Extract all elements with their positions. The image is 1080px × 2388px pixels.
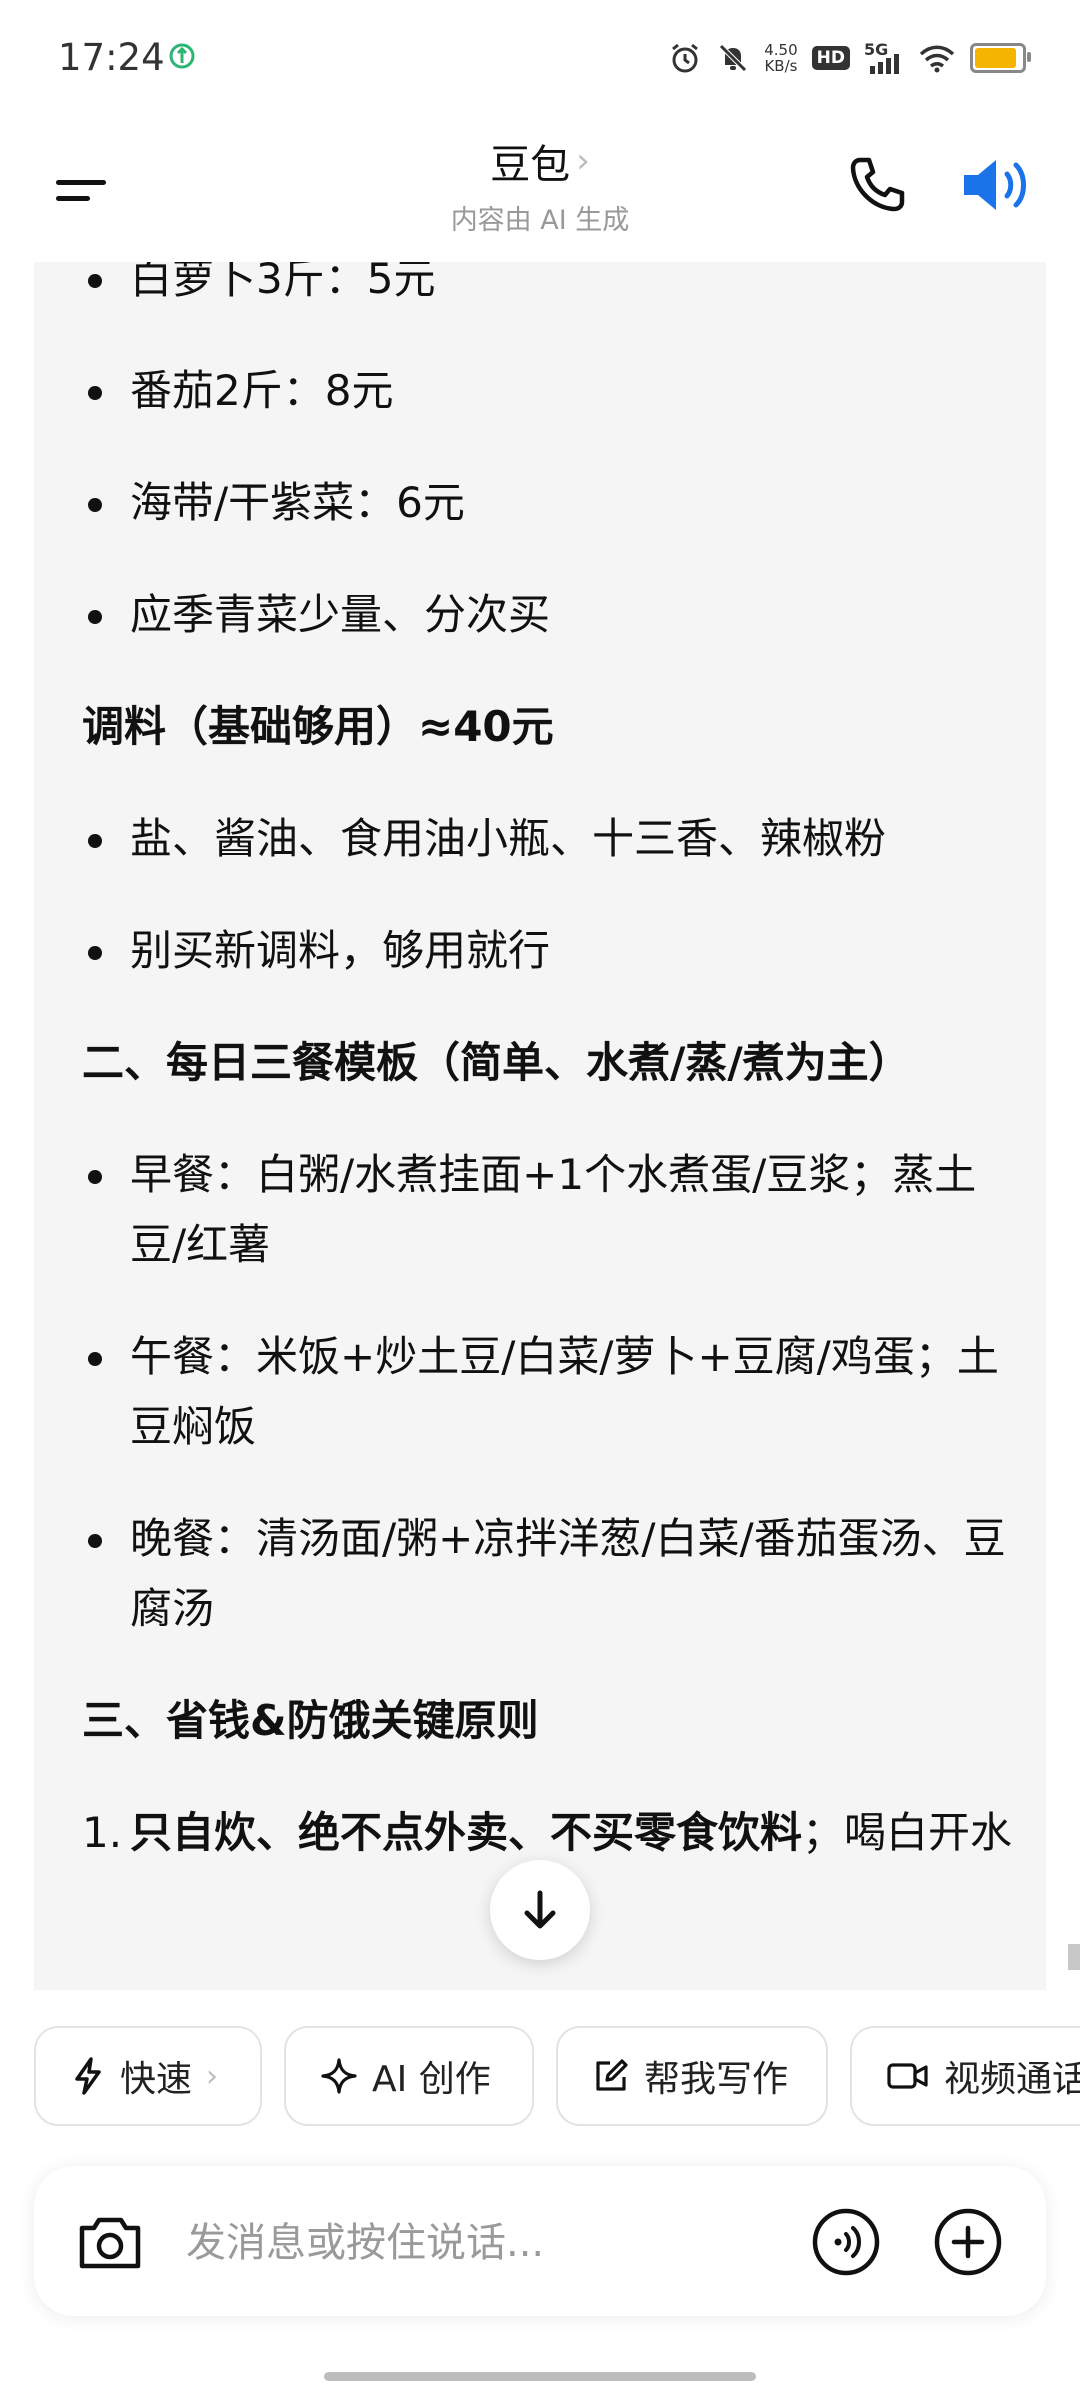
quick-action-write[interactable]: 帮我写作 <box>556 2026 828 2126</box>
bullet-item: 白萝卜3斤：5元 <box>82 262 1022 314</box>
camera-icon[interactable] <box>74 2206 146 2278</box>
lightning-icon <box>75 2057 101 2095</box>
section-heading: 三、省钱&防饿关键原则 <box>82 1696 539 1745</box>
message-input-bar <box>34 2166 1046 2316</box>
status-bar: 17:24 4.50 KB/s HD 5G <box>0 0 1080 120</box>
signal-bars-icon <box>870 54 899 74</box>
video-icon <box>887 2063 928 2089</box>
quick-action-label: 帮我写作 <box>644 2059 789 2100</box>
ai-message-card: 白萝卜3斤：5元番茄2斤：8元 海带/干紫菜：6元 应季青菜少量、分次买调料（基础够… <box>34 262 1046 1990</box>
message-input[interactable] <box>184 2204 788 2282</box>
numbered-item: 1. 只自炊、绝不点外卖、不买零食饮料；喝白开水 <box>82 1798 1022 1868</box>
bullet-item: 番茄2斤：8元 <box>82 356 1022 426</box>
bullet-item: 别买新调料，够用就行 <box>82 916 1022 986</box>
phone-icon[interactable] <box>842 150 912 220</box>
quick-action-label: AI 创作 <box>372 2059 491 2100</box>
sparkle-icon <box>321 2058 357 2094</box>
cell-signal: 5G <box>864 40 904 76</box>
bullet-item: 盐、酱油、食用油小瓶、十三香、辣椒粉 <box>82 804 1022 874</box>
network-speed: 4.50 KB/s <box>764 42 797 74</box>
alarm-icon <box>672 43 699 73</box>
bullet-item: 早餐：白粥/水煮挂面+1个水煮蛋/豆浆；蒸土豆/红薯 <box>82 1140 1022 1280</box>
quick-action-label: 快速 <box>120 2059 193 2100</box>
menu-icon[interactable] <box>48 160 118 220</box>
bullet-item: 午餐：米饭+炒土豆/白菜/萝卜+豆腐/鸡蛋；土豆焖饭 <box>82 1322 1022 1462</box>
voice-wave-icon[interactable] <box>810 2206 882 2278</box>
quick-action-ai-create[interactable]: AI 创作 <box>284 2026 534 2126</box>
chat-header: 豆包 › 内容由 AI 生成 <box>0 120 1080 260</box>
home-indicator[interactable] <box>324 2372 756 2381</box>
chevron-right-icon: › <box>576 141 590 181</box>
scrollbar-thumb[interactable] <box>1068 1944 1080 1970</box>
quick-actions-bar: 快速 › AI 创作 帮我写作 视频通话 <box>34 2026 1080 2130</box>
speed-value: 4.50 <box>764 41 798 59</box>
mute-bell-icon <box>719 44 748 72</box>
speed-unit: KB/s <box>764 57 798 75</box>
item-rest-text: ；喝白开水 <box>802 1808 1013 1857</box>
status-time: 17:24 <box>58 36 165 79</box>
section-heading: 调料（基础够用）≈40元 <box>82 702 554 751</box>
item-bold-text: 只自炊、绝不点外卖、不买零食饮料 <box>130 1808 803 1857</box>
section-heading: 二、每日三餐模板（简单、水煮/蒸/煮为主） <box>82 1038 911 1087</box>
wifi-icon <box>919 45 955 73</box>
arrow-down-icon <box>524 1890 556 1929</box>
battery-icon <box>970 43 1031 73</box>
chat-title: 豆包 <box>490 142 571 188</box>
edit-icon <box>596 2059 628 2091</box>
bullet-item: 应季青菜少量、分次买 <box>82 580 1022 650</box>
bullet-item: 晚餐：清汤面/粥+凉拌洋葱/白菜/番茄蛋汤、豆腐汤 <box>82 1504 1022 1644</box>
quick-action-video-call[interactable]: 视频通话 <box>850 2026 1080 2126</box>
quick-action-label: 视频通话 <box>944 2059 1080 2100</box>
message-content: 白萝卜3斤：5元番茄2斤：8元 海带/干紫菜：6元 应季青菜少量、分次买调料（基础够… <box>82 262 1022 1868</box>
hd-badge: HD <box>811 46 850 70</box>
speaker-icon[interactable] <box>958 148 1038 222</box>
plus-icon[interactable] <box>932 2206 1004 2278</box>
chat-title-block[interactable]: 豆包 › 内容由 AI 生成 <box>340 132 740 237</box>
quick-action-fast[interactable]: 快速 › <box>34 2026 262 2126</box>
status-icons: 4.50 KB/s HD 5G <box>668 36 1031 80</box>
bullet-item: 海带/干紫菜：6元 <box>82 468 1022 538</box>
item-number: 1. <box>82 1808 123 1857</box>
battery-fill <box>975 48 1016 68</box>
ai-generated-notice: 内容由 AI 生成 <box>450 205 630 236</box>
chevron-right-icon: › <box>206 2058 219 2094</box>
scroll-to-bottom-button[interactable] <box>490 1860 590 1960</box>
app-notification-icon <box>169 43 195 69</box>
